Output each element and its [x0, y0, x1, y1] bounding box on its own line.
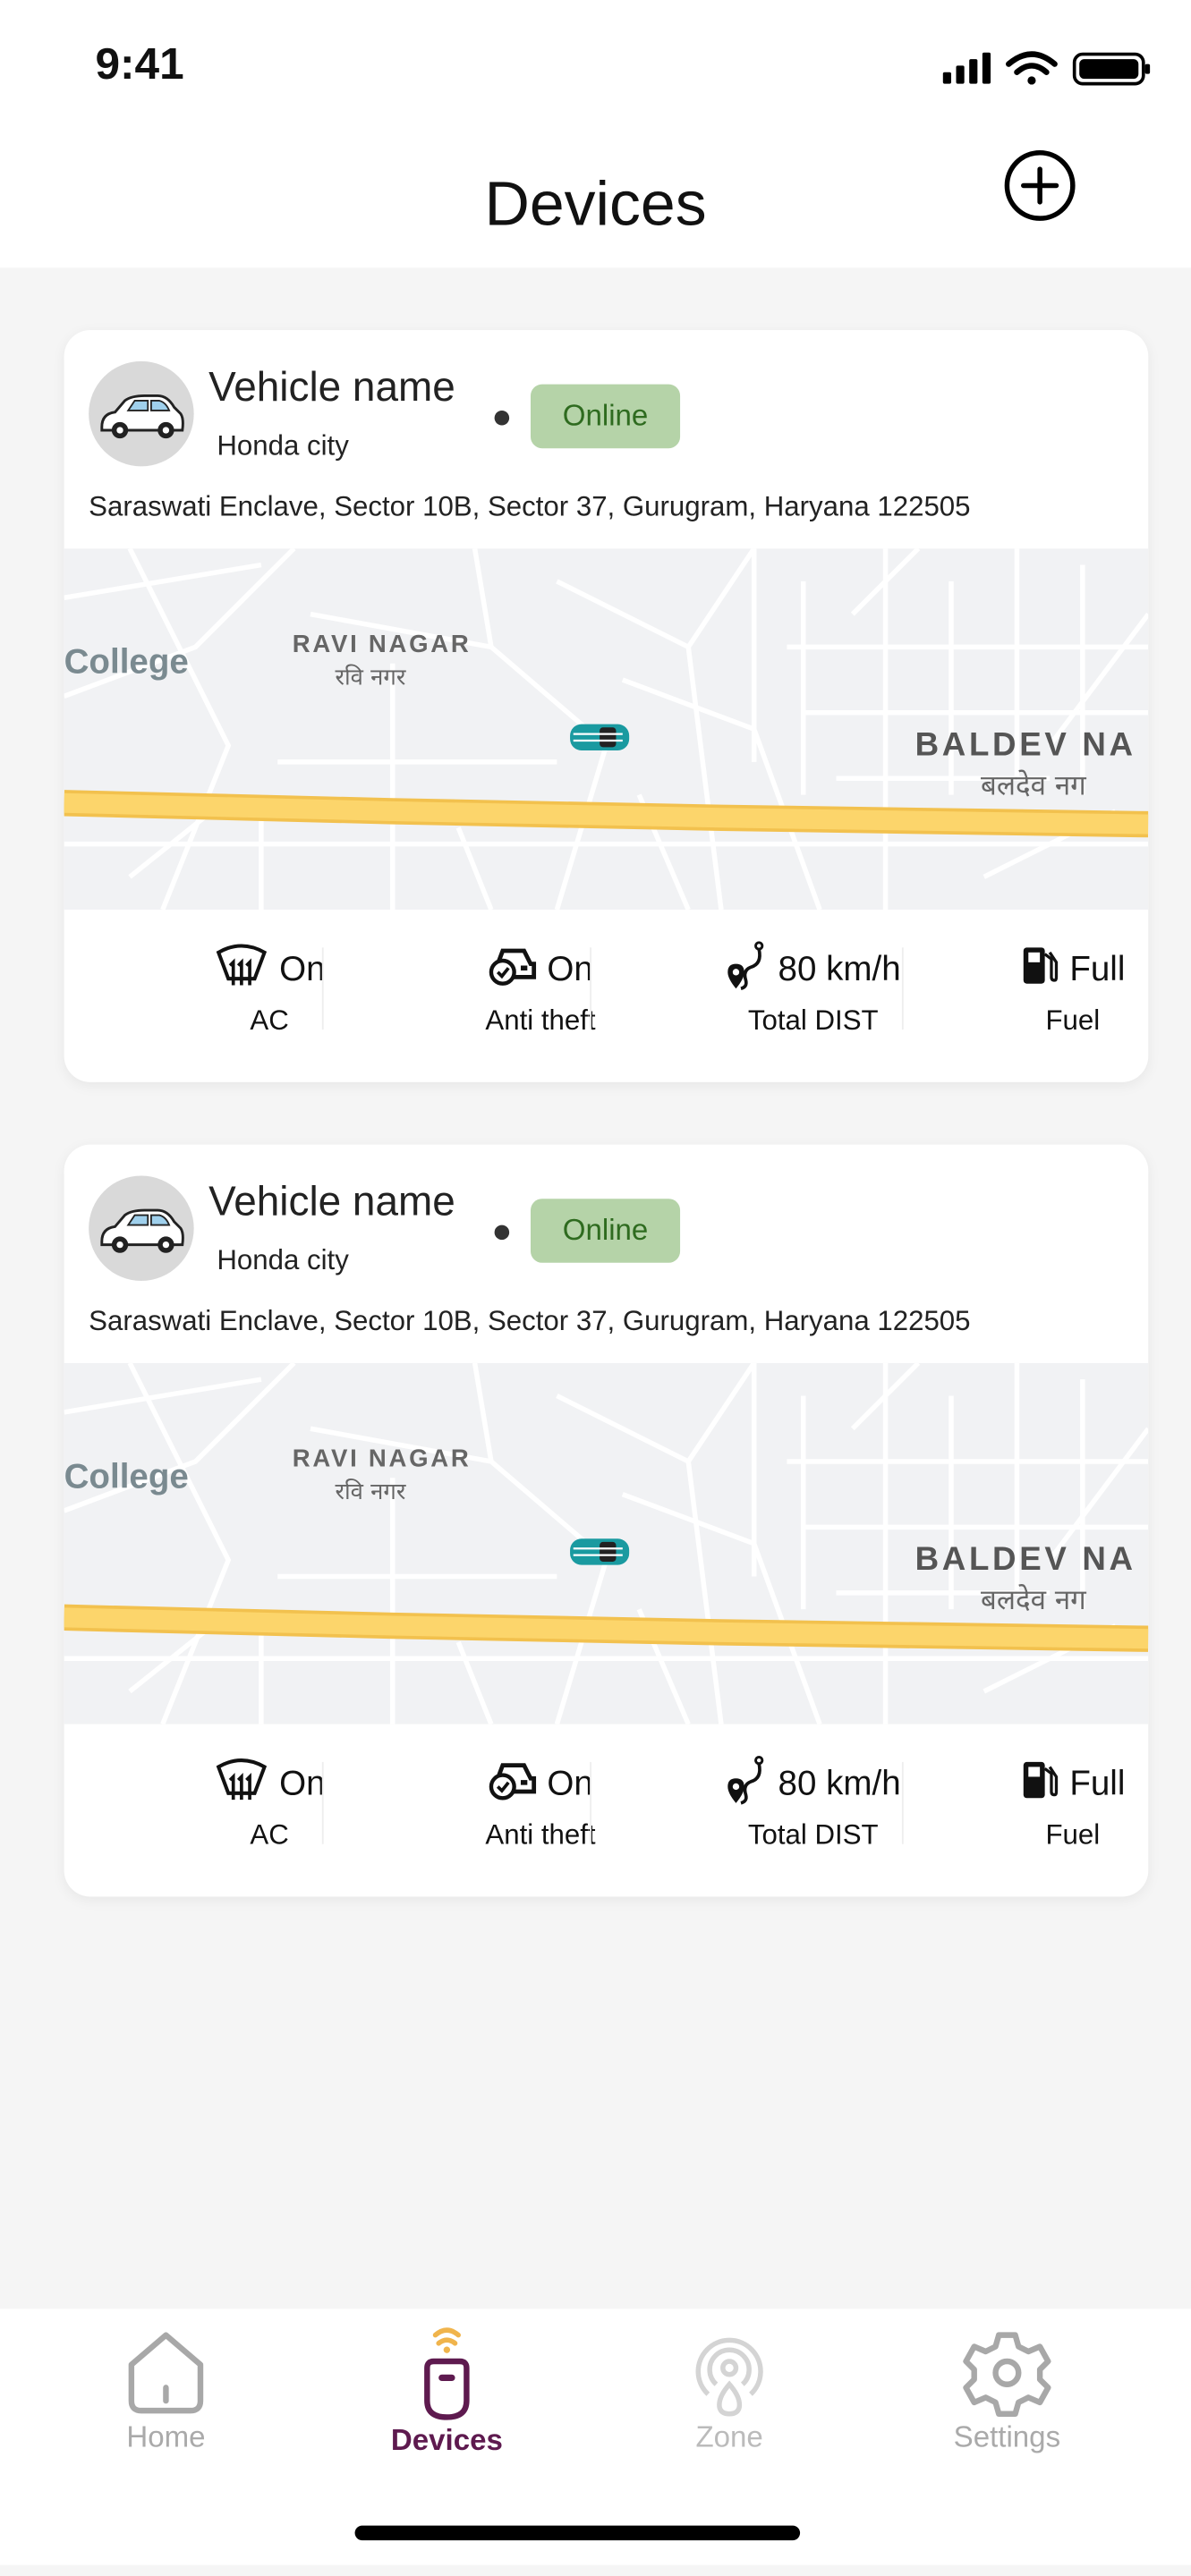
status-badge: Online — [530, 1199, 681, 1263]
car-check-icon — [488, 945, 537, 997]
divider — [901, 947, 904, 1030]
map-label: BALDEV NA — [915, 726, 1136, 763]
vehicle-name: Vehicle name — [208, 364, 455, 411]
stat-total-dist: 80 km/h Total DIST — [682, 1755, 945, 1852]
status-badge: Online — [530, 384, 681, 449]
zone-icon — [695, 2337, 763, 2417]
stat-value: Full — [1069, 950, 1126, 989]
map-label: बलदेव नग — [981, 770, 1086, 802]
wifi-icon — [1006, 51, 1058, 85]
stat-anti-theft: On Anti theft — [409, 1760, 672, 1852]
nav-label: Zone — [695, 2420, 763, 2453]
stat-fuel: Full Fuel — [941, 1760, 1148, 1852]
vehicle-model: Honda city — [217, 1244, 349, 1276]
battery-icon — [1072, 52, 1151, 86]
stat-label: Total DIST — [747, 1004, 879, 1037]
stat-value: 80 km/h — [778, 1765, 901, 1803]
ac-defrost-icon — [214, 943, 269, 998]
stat-value: On — [279, 1765, 326, 1803]
stat-label: Total DIST — [747, 1819, 879, 1852]
nav-item-devices[interactable]: Devices — [348, 2326, 545, 2459]
map-label: RAVI NAGAR — [293, 630, 472, 657]
stat-value: On — [547, 1765, 593, 1803]
divider — [590, 947, 591, 1030]
stat-value: Full — [1069, 1765, 1126, 1803]
device-card[interactable]: Vehicle name Honda city Online Saraswati… — [64, 330, 1149, 1082]
stat-anti-theft: On Anti theft — [409, 945, 672, 1038]
divider — [590, 1761, 591, 1844]
stat-value: 80 km/h — [778, 950, 901, 989]
map-label: रवि नगर — [336, 664, 406, 691]
home-indicator — [354, 2525, 801, 2541]
vehicle-name: Vehicle name — [208, 1179, 455, 1225]
car-icon — [100, 394, 184, 439]
avatar — [89, 1175, 194, 1282]
avatar — [89, 360, 194, 467]
stat-fuel: Full Fuel — [941, 945, 1148, 1038]
stat-label: Fuel — [1045, 1819, 1101, 1852]
status-dot — [494, 1224, 510, 1241]
home-icon — [128, 2332, 204, 2414]
map-label: बलदेव नग — [981, 1584, 1086, 1616]
signal-icon — [942, 52, 991, 84]
plus-circle-icon — [1004, 149, 1076, 221]
map-label: RAVI NAGAR — [293, 1444, 472, 1471]
stat-label: Fuel — [1045, 1004, 1101, 1037]
map-view[interactable]: College RAVI NAGAR रवि नगर BALDEV NA बलद… — [64, 548, 1149, 911]
stat-total-dist: 80 km/h Total DIST — [682, 941, 945, 1038]
add-device-button[interactable] — [1002, 148, 1077, 223]
divider — [321, 947, 324, 1030]
nav-label: Settings — [953, 2420, 1061, 2453]
map-label: रवि नगर — [336, 1478, 406, 1505]
nav-item-settings[interactable]: Settings — [908, 2328, 1105, 2454]
stat-ac: On AC — [138, 1757, 401, 1852]
status-icons — [942, 51, 1151, 86]
stat-label: Anti theft — [485, 1004, 596, 1037]
nav-item-home[interactable]: Home — [67, 2328, 264, 2454]
nav-label: Devices — [390, 2423, 503, 2457]
stat-label: Anti theft — [485, 1819, 596, 1852]
stat-label: AC — [250, 1004, 289, 1037]
vehicle-address: Saraswati Enclave, Sector 10B, Sector 37… — [89, 1305, 971, 1337]
nav-label: Home — [126, 2420, 206, 2453]
status-time: 9:41 — [95, 39, 184, 89]
vehicle-model: Honda city — [217, 430, 349, 462]
device-icon — [424, 2327, 470, 2420]
stat-label: AC — [250, 1819, 289, 1852]
map-label: College — [64, 1457, 189, 1496]
route-pin-icon — [726, 1755, 769, 1815]
vehicle-address: Saraswati Enclave, Sector 10B, Sector 37… — [89, 490, 971, 522]
map-label: College — [64, 643, 189, 682]
divider — [901, 1761, 904, 1844]
route-pin-icon — [726, 941, 769, 1000]
divider — [321, 1761, 324, 1844]
gear-icon — [963, 2332, 1051, 2417]
map-view[interactable]: College RAVI NAGAR रवि नगर BALDEV NA बलद… — [64, 1362, 1149, 1724]
ac-defrost-icon — [214, 1757, 269, 1812]
car-check-icon — [488, 1758, 537, 1811]
stat-ac: On AC — [138, 943, 401, 1038]
status-dot — [494, 410, 510, 426]
device-card[interactable]: Vehicle name Honda city Online Saraswati… — [64, 1144, 1149, 1897]
car-icon — [100, 1208, 184, 1253]
car-marker-icon[interactable] — [570, 1538, 630, 1565]
fuel-pump-icon — [1020, 1758, 1059, 1811]
map-label: BALDEV NA — [915, 1540, 1136, 1577]
stat-value: On — [279, 950, 326, 989]
car-marker-icon[interactable] — [570, 724, 630, 751]
stat-value: On — [547, 950, 593, 989]
fuel-pump-icon — [1020, 945, 1059, 997]
nav-item-zone[interactable]: Zone — [631, 2328, 828, 2454]
